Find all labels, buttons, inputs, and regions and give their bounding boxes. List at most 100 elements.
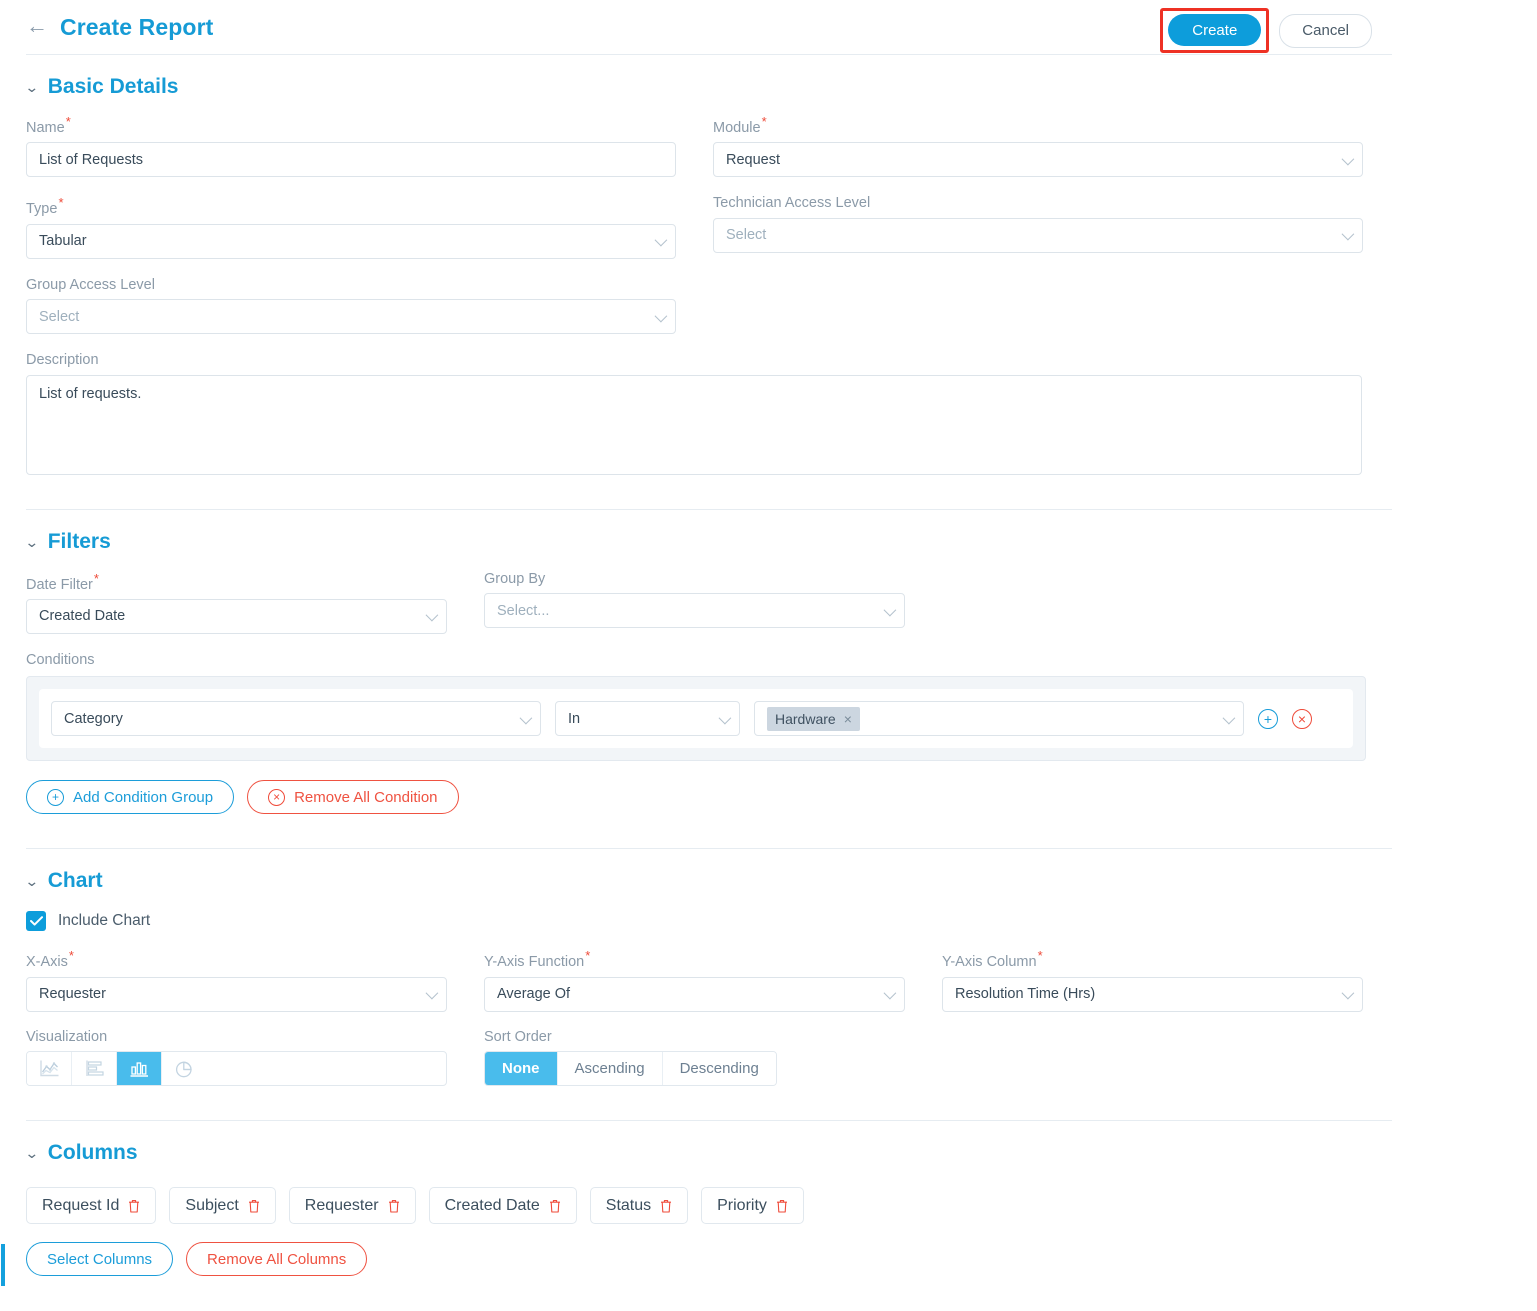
filters-title: Filters — [47, 529, 111, 553]
chevron-down-icon — [654, 233, 668, 247]
module-select[interactable]: Request — [713, 142, 1363, 178]
condition-value-select[interactable]: Hardware × — [754, 701, 1244, 737]
chevron-down-icon[interactable]: ⌄ — [25, 874, 40, 888]
remove-all-condition-button[interactable]: × Remove All Condition — [247, 780, 459, 815]
field-y-axis-column: Y-Axis Column* Resolution Time (Hrs) — [942, 948, 1363, 1012]
sort-order-none-button[interactable]: None — [485, 1052, 558, 1086]
row-name-module: Name* List of Requests Module* Request — [26, 114, 1511, 178]
field-description: Description List of requests. — [26, 353, 1362, 475]
condition-actions: + Add Condition Group × Remove All Condi… — [26, 780, 1511, 815]
group-access-level-label: Group Access Level — [26, 276, 155, 293]
include-chart-label: Include Chart — [58, 912, 151, 930]
row-date-group: Date Filter* Created Date Group By Selec… — [26, 572, 1511, 634]
remove-condition-icon[interactable]: × — [1292, 708, 1312, 729]
field-visualization: Visualization — [26, 1030, 447, 1087]
back-arrow-icon[interactable]: ← — [26, 15, 48, 37]
section-chart: ⌄ Chart Include Chart X-Axis* Requester … — [0, 849, 1537, 1087]
add-condition-group-button[interactable]: + Add Condition Group — [26, 780, 235, 815]
field-sort-order: Sort Order None Ascending Descending — [484, 1030, 777, 1087]
trash-icon[interactable] — [549, 1199, 561, 1213]
page-header: ← Create Report Create Cancel — [0, 0, 1537, 54]
field-date-filter: Date Filter* Created Date — [26, 572, 447, 634]
field-x-axis: X-Axis* Requester — [26, 948, 447, 1012]
section-columns: ⌄ Columns Request Id Subject Requester C… — [0, 1121, 1537, 1277]
filters-header[interactable]: ⌄ Filters — [25, 510, 1511, 560]
technician-access-level-select[interactable]: Select — [713, 217, 1363, 253]
trash-icon[interactable] — [248, 1199, 260, 1213]
sort-order-descending-button[interactable]: Descending — [662, 1052, 776, 1086]
type-label: Type* — [26, 195, 64, 218]
column-chip[interactable]: Priority — [701, 1187, 804, 1225]
remove-circle-icon: × — [268, 788, 286, 806]
conditions-block: Conditions Category In Hardware × + × + … — [26, 653, 1511, 815]
columns-chip-list: Request Id Subject Requester Created Dat… — [26, 1187, 1511, 1225]
chart-header[interactable]: ⌄ Chart — [25, 849, 1511, 899]
left-edge-artifact — [0, 1244, 6, 1286]
chart-title: Chart — [47, 869, 103, 893]
line-chart-icon — [39, 1060, 58, 1077]
chevron-down-icon[interactable]: ⌄ — [25, 80, 40, 94]
field-y-axis-function: Y-Axis Function* Average Of — [484, 948, 905, 1012]
chevron-down-icon[interactable]: ⌄ — [25, 1146, 40, 1160]
name-label: Name* — [26, 114, 71, 136]
date-filter-select[interactable]: Created Date — [26, 598, 447, 634]
trash-icon[interactable] — [388, 1199, 400, 1213]
column-chip[interactable]: Subject — [169, 1187, 276, 1225]
column-chip[interactable]: Created Date — [428, 1187, 577, 1225]
section-filters: ⌄ Filters Date Filter* Created Date Grou… — [0, 510, 1537, 815]
row-group-access: Group Access Level Select — [26, 278, 1511, 335]
column-chip[interactable]: Requester — [288, 1187, 416, 1225]
remove-all-columns-button[interactable]: Remove All Columns — [186, 1242, 368, 1277]
basic-details-header[interactable]: ⌄ Basic Details — [25, 55, 1511, 105]
trash-icon[interactable] — [660, 1199, 672, 1213]
y-axis-column-select[interactable]: Resolution Time (Hrs) — [942, 976, 1363, 1012]
plus-circle-icon: + — [47, 788, 64, 806]
conditions-label: Conditions — [26, 651, 95, 668]
y-axis-function-select[interactable]: Average Of — [484, 976, 905, 1012]
x-axis-label: X-Axis* — [26, 948, 74, 971]
row-viz-sort: Visualization Sort Order None Ascending … — [26, 1030, 1511, 1087]
group-by-select[interactable]: Select... — [484, 593, 905, 629]
group-by-label: Group By — [484, 570, 546, 587]
sort-order-ascending-button[interactable]: Ascending — [557, 1052, 663, 1086]
include-chart-checkbox[interactable] — [26, 911, 46, 932]
chevron-down-icon[interactable]: ⌄ — [25, 535, 40, 549]
name-input[interactable]: List of Requests — [26, 142, 676, 178]
viz-pie-chart-button[interactable] — [162, 1052, 207, 1086]
visualization-group — [26, 1051, 447, 1087]
trash-icon[interactable] — [776, 1199, 788, 1213]
chevron-down-icon — [883, 603, 897, 617]
viz-line-chart-button[interactable] — [27, 1052, 72, 1086]
columns-title: Columns — [47, 1141, 138, 1165]
type-select[interactable]: Tabular — [26, 223, 676, 259]
x-axis-select[interactable]: Requester — [26, 976, 447, 1012]
group-access-level-select[interactable]: Select — [26, 299, 676, 335]
field-type: Type* Tabular — [26, 195, 676, 259]
columns-header[interactable]: ⌄ Columns — [25, 1121, 1511, 1171]
column-chip[interactable]: Status — [589, 1187, 689, 1225]
description-textarea[interactable]: List of requests. — [26, 374, 1362, 475]
chevron-down-icon — [1341, 987, 1355, 1000]
chip-remove-icon[interactable]: × — [844, 711, 852, 727]
condition-operator-select[interactable]: In — [555, 701, 740, 737]
chevron-down-icon — [1341, 228, 1355, 241]
columns-actions: Select Columns Remove All Columns — [26, 1242, 1511, 1277]
viz-horizontal-bar-chart-button[interactable] — [72, 1052, 117, 1086]
horizontal-bar-chart-icon — [85, 1060, 104, 1077]
page-title: Create Report — [60, 13, 214, 40]
create-button[interactable]: Create — [1168, 14, 1262, 46]
viz-vertical-bar-chart-button[interactable] — [117, 1052, 162, 1086]
pie-chart-icon — [175, 1061, 192, 1078]
chevron-down-icon — [1341, 152, 1355, 166]
condition-row: Category In Hardware × + × — [39, 689, 1353, 749]
y-axis-function-label: Y-Axis Function* — [484, 948, 591, 971]
column-chip[interactable]: Request Id — [26, 1187, 157, 1225]
condition-field-select[interactable]: Category — [51, 701, 541, 737]
technician-access-level-label: Technician Access Level — [713, 195, 871, 212]
select-columns-button[interactable]: Select Columns — [26, 1242, 174, 1277]
cancel-button[interactable]: Cancel — [1279, 13, 1372, 48]
field-name: Name* List of Requests — [26, 114, 676, 178]
trash-icon[interactable] — [128, 1199, 140, 1213]
y-axis-column-label: Y-Axis Column* — [942, 948, 1043, 971]
add-condition-icon[interactable]: + — [1258, 708, 1278, 729]
